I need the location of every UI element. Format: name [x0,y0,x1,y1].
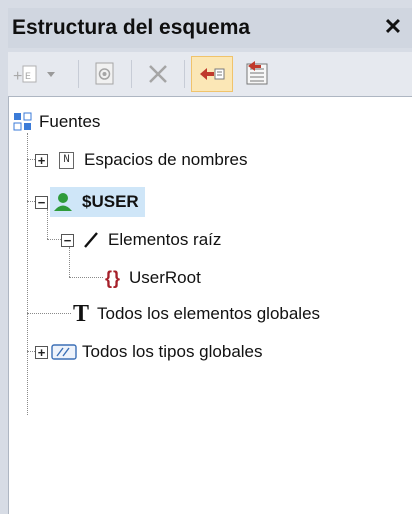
toolbar: + E [8,52,412,96]
tree-item-fuentes[interactable]: Fuentes [13,107,100,137]
tree-item-label: Elementos raíz [108,230,222,249]
tree-item-userroot[interactable]: {} UserRoot [105,263,201,293]
tree-connector-line [47,239,61,240]
text-type-icon: T [73,300,90,327]
schema-file-icon [95,62,114,85]
tree-item-label: $USER [82,192,139,211]
toolbar-separator [184,60,185,88]
schema-file-button[interactable] [85,56,125,92]
tree-item-label: Todos los tipos globales [82,342,263,361]
panel-title-bar: Estructura del esquema ✕ [8,8,412,48]
toolbar-separator [131,60,132,88]
selected-node-highlight: $USER [50,187,145,217]
expand-toggle[interactable]: + [35,153,48,167]
namespace-icon: N [59,151,74,169]
add-element-dropdown-button[interactable]: + E [8,56,72,92]
delete-button[interactable] [138,56,178,92]
schema-tree-panel: Estructura del esquema ✕ + E Fuentes + N… [0,0,412,514]
schema-tree: Fuentes + N Espacios de nombres − $USER … [8,96,412,514]
svg-text:E: E [25,72,31,83]
tree-connector-line [27,159,35,160]
collapse-toggle[interactable]: − [61,233,74,247]
expand-toggle[interactable]: + [35,345,48,359]
collapse-toggle[interactable]: − [35,195,48,209]
svg-text:+: + [13,68,22,85]
tree-item-global-elements[interactable]: T Todos los elementos globales [73,299,320,329]
tree-item-label: Espacios de nombres [84,150,248,169]
tree-connector-line [27,133,28,415]
tree-item-root-elements[interactable]: − Elementos raíz [61,225,221,255]
slash-icon [84,232,98,248]
tree-item-global-types[interactable]: + Todos los tipos globales [35,337,263,367]
sources-tree-icon [13,112,32,131]
tree-item-label: Fuentes [39,112,101,131]
tree-connector-line [27,201,35,202]
close-button[interactable]: ✕ [382,15,404,39]
element-icon: {} [105,267,122,288]
user-icon [54,193,72,211]
delete-icon [149,65,167,83]
tree-item-namespaces[interactable]: + N Espacios de nombres [35,145,247,175]
tree-connector-line [27,313,71,314]
toolbar-separator [78,60,79,88]
tree-item-user[interactable]: − $USER [35,187,145,217]
tree-item-label: UserRoot [129,268,201,287]
complex-type-icon [51,344,77,360]
tree-connector-line [69,277,103,278]
synchronize-tree-button[interactable] [191,56,233,92]
tree-item-label: Todos los elementos globales [97,304,321,323]
properties-list-button[interactable] [237,56,277,92]
synchronize-tree-icon [200,68,225,80]
tree-connector-line [27,351,35,352]
add-element-dropdown-icon: + E [13,65,55,85]
panel-title: Estructura del esquema [12,16,251,39]
properties-list-icon [246,61,268,85]
